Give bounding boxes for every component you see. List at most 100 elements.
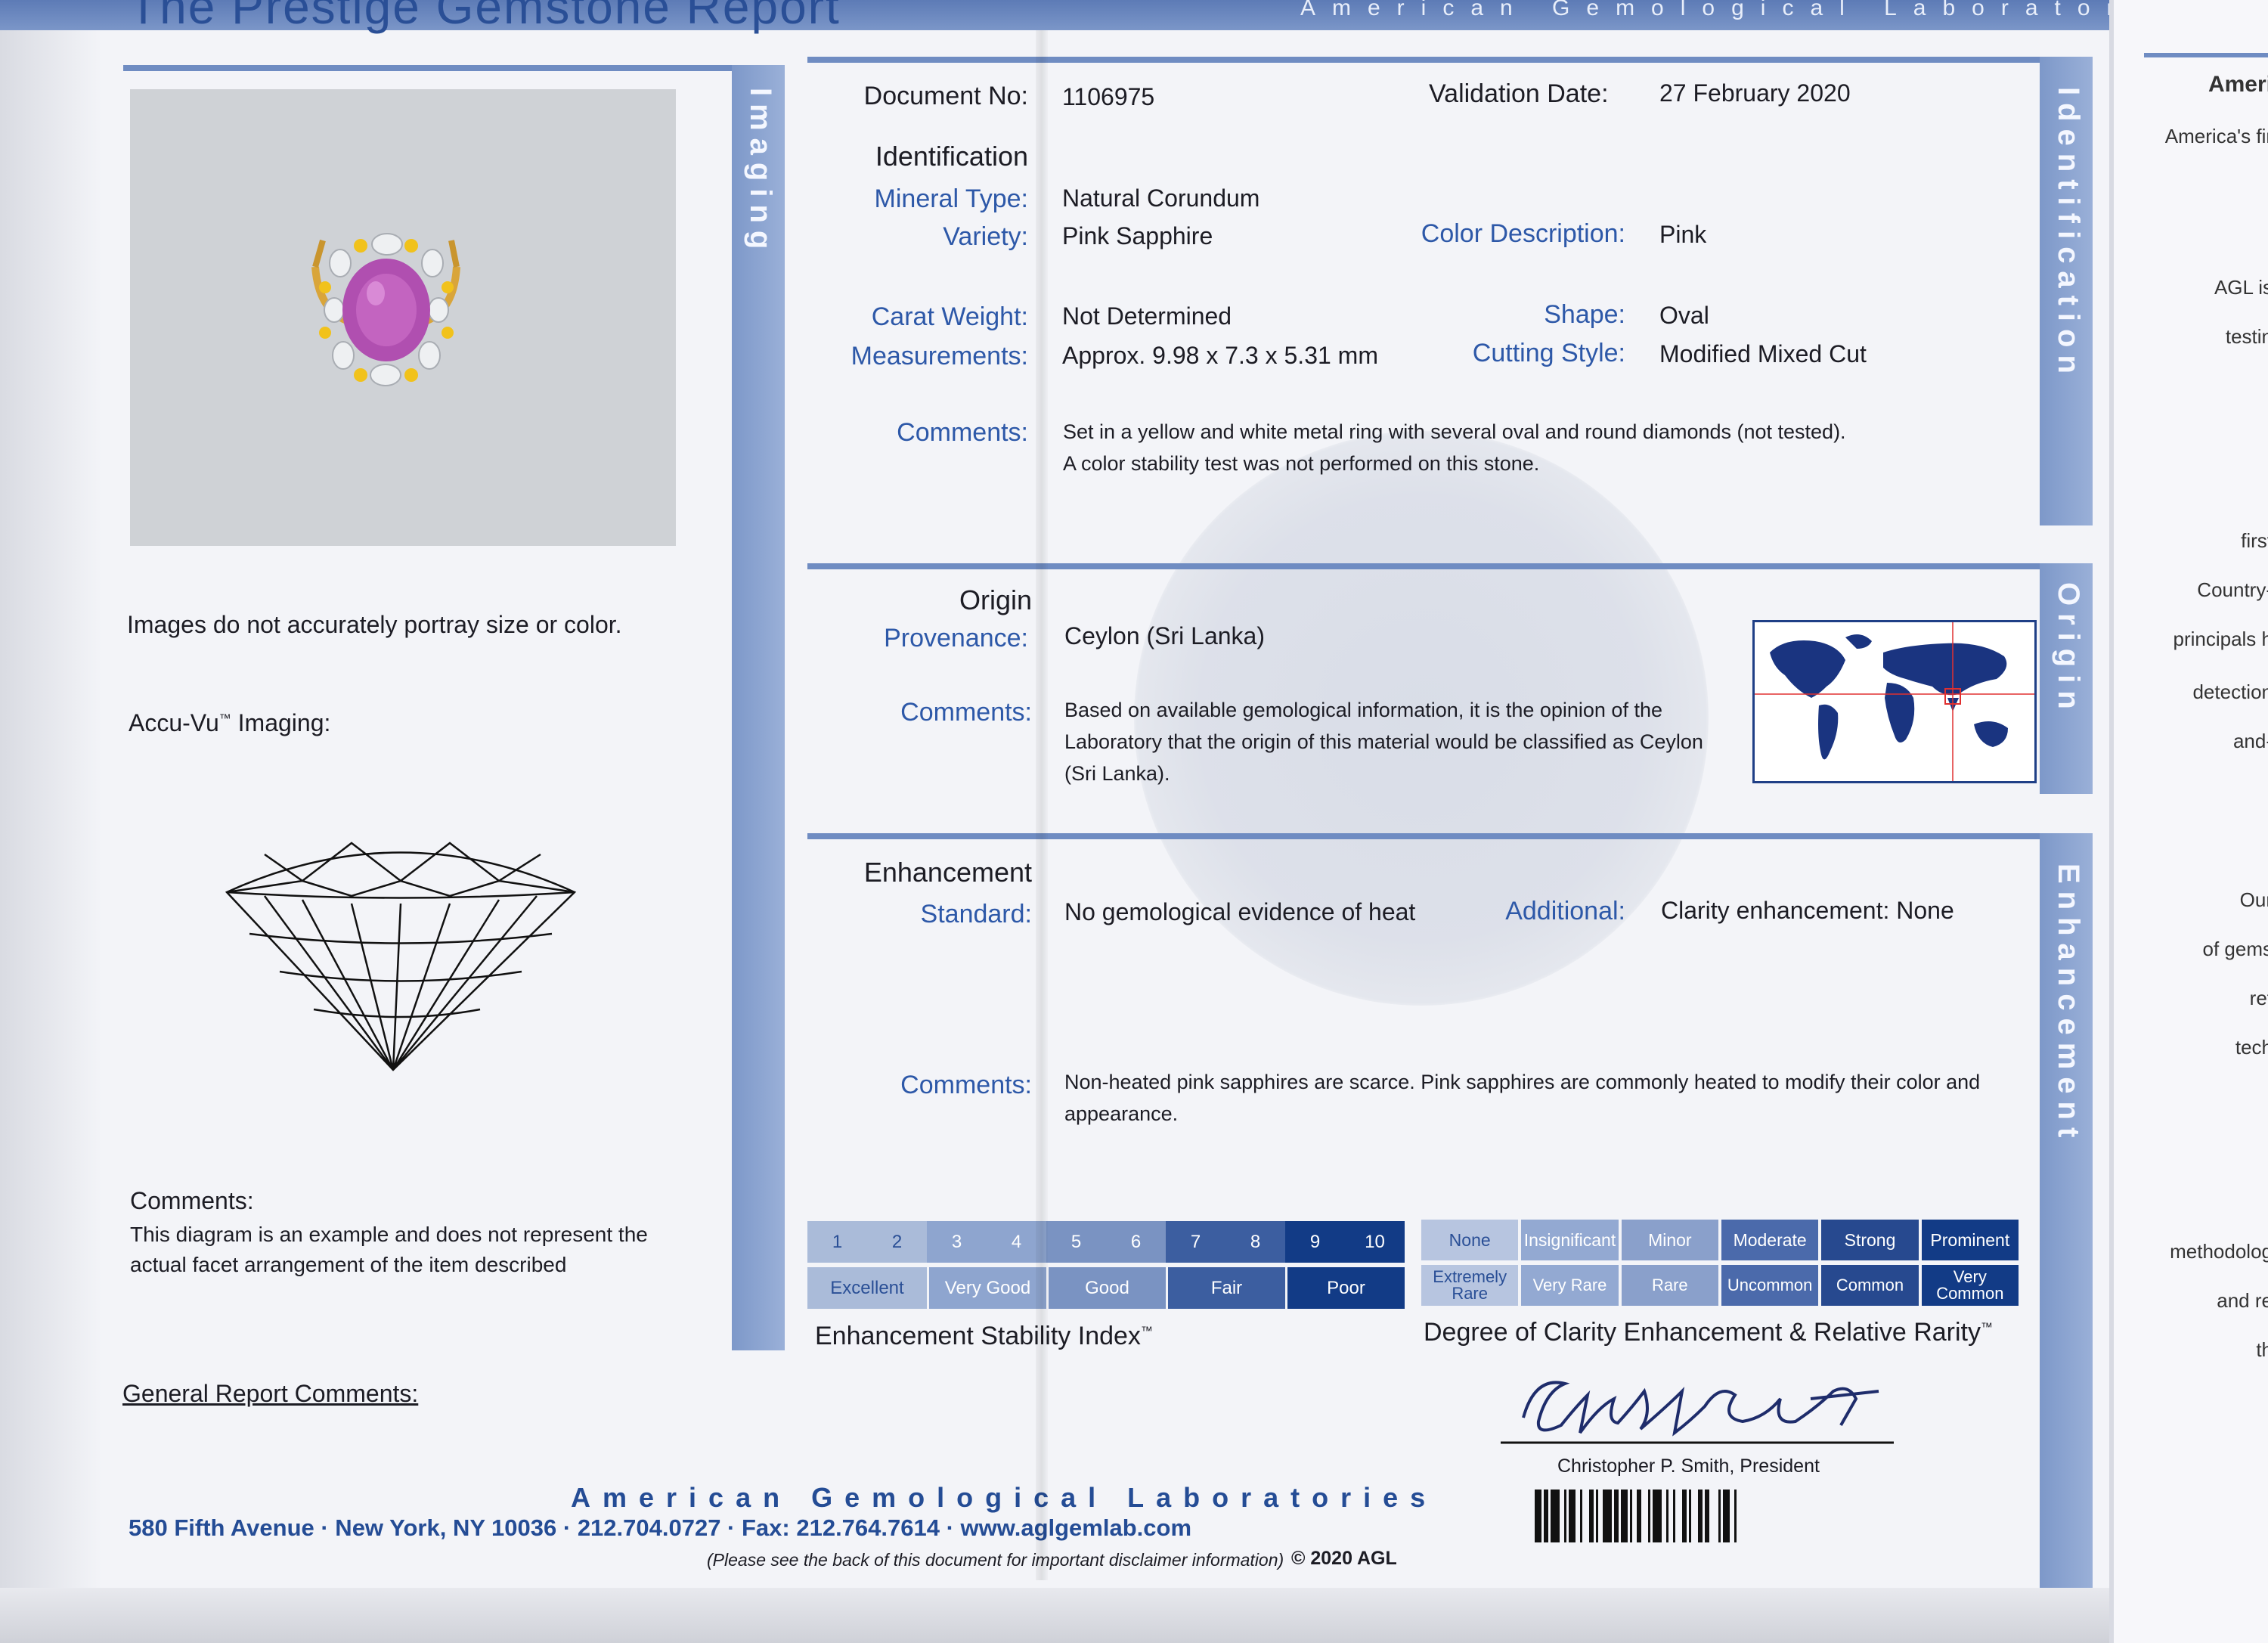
imaging-comments-text: This diagram is an example and does not …: [130, 1223, 648, 1276]
mineral-type-value: Natural Corundum: [1062, 184, 1260, 212]
world-map: [1752, 620, 2037, 783]
stability-number-9: 9: [1285, 1221, 1345, 1263]
adjacent-page-fragment: methodolog: [2170, 1240, 2268, 1263]
imaging-tab-label: Imaging: [744, 88, 777, 257]
identification-comments-line-1: Set in a yellow and white metal ring wit…: [1063, 420, 1846, 443]
imaging-tab: Imaging: [732, 65, 785, 1350]
adjacent-page-fragment: Country-: [2197, 578, 2268, 601]
shape-value: Oval: [1659, 302, 1709, 329]
stability-number-6: 6: [1106, 1221, 1166, 1263]
adjacent-page-fragment: of gems: [2202, 938, 2268, 960]
page-edge-shadow: [0, 0, 102, 1643]
origin-comments-text: Based on available gemological informati…: [1064, 699, 1703, 785]
adjacent-page-fragment: th: [2256, 1338, 2268, 1361]
mineral-type-label: Mineral Type:: [874, 184, 1028, 213]
identification-comments-label: Comments:: [897, 418, 1028, 447]
general-report-comments-label: General Report Comments:: [122, 1380, 419, 1407]
enhancement-heading: Enhancement: [863, 857, 1032, 888]
clarity-rarity-uncommon: Uncommon: [1721, 1265, 1819, 1306]
adjacent-page-rule: [2144, 53, 2268, 57]
validation-date-value: 27 February 2020: [1659, 79, 1851, 107]
stability-number-8: 8: [1225, 1221, 1285, 1263]
stability-number-1: 1: [807, 1221, 867, 1263]
clarity-rarity-very-rare: Very Rare: [1521, 1265, 1619, 1306]
stability-grade-row: Excellent Very Good Good Fair Poor: [807, 1267, 1405, 1309]
adjacent-page-fragment: and re: [2217, 1289, 2268, 1312]
measurements-label: Measurements:: [850, 342, 1028, 370]
identification-tab-label: Identification: [2052, 87, 2085, 381]
clarity-rarity-common: Common: [1821, 1265, 1919, 1306]
report-title: The Prestige Gemstone Report: [129, 0, 841, 34]
imaging-comments: Comments: This diagram is an example and…: [130, 1187, 705, 1280]
stability-grade-good: Good: [1046, 1267, 1166, 1309]
color-description-label: Color Description:: [1421, 219, 1625, 248]
provenance-value: Ceylon (Sri Lanka): [1064, 622, 1265, 649]
signatory-name: Christopher P. Smith, President: [1557, 1455, 1820, 1477]
adjacent-page-fragment: tech: [2235, 1036, 2268, 1059]
page-fold: [1036, 30, 1048, 1580]
carat-weight-label: Carat Weight:: [871, 302, 1028, 331]
accu-vu-label: Accu-Vu™ Imaging:: [129, 709, 330, 737]
standard-value: No gemological evidence of heat: [1064, 898, 1416, 925]
stability-index-scale: 1 2 3 4 5 6 7 8 9 10 Excellent Very Good Good Fair Po…: [807, 1221, 1405, 1310]
footer-lab-name: American Gemological Laboratories: [571, 1482, 1438, 1513]
barcode: [1535, 1490, 1737, 1542]
origin-rule: [807, 563, 2093, 569]
stability-index-title-text: Enhancement Stability Index: [815, 1322, 1141, 1350]
adjacent-page-fragment: Ameri: [2208, 72, 2268, 97]
adjacent-page-fragment: America's fir: [2164, 125, 2268, 147]
adjacent-page-fragment: first: [2241, 529, 2268, 552]
origin-tab: Origin: [2040, 563, 2093, 794]
stability-index-trademark: ™: [1140, 1325, 1153, 1338]
identification-heading: Identification: [875, 141, 1028, 172]
measurements-value: Approx. 9.98 x 7.3 x 5.31 mm: [1062, 342, 1378, 369]
stability-grade-poor: Poor: [1285, 1267, 1405, 1309]
stability-number-2: 2: [867, 1221, 927, 1263]
gemstone-photo: [130, 89, 676, 546]
enhancement-rule: [807, 833, 2093, 839]
variety-label: Variety:: [943, 222, 1028, 251]
accu-vu-trademark: ™: [218, 712, 231, 726]
imaging-comments-label: Comments:: [130, 1187, 254, 1214]
identification-rule: [807, 57, 2093, 63]
stability-index-title: Enhancement Stability Index™: [815, 1322, 1153, 1351]
header-tagline: American Gemological Laboratories: [1300, 0, 2210, 20]
cutting-style-value: Modified Mixed Cut: [1659, 340, 1867, 367]
clarity-rarity-extremely-rare: Extremely Rare: [1421, 1265, 1519, 1306]
adjacent-page-fragment: AGL is: [2214, 276, 2268, 299]
carat-weight-value: Not Determined: [1062, 302, 1232, 330]
stability-number-row: 1 2 3 4 5 6 7 8 9 10: [807, 1221, 1405, 1263]
cutting-style-label: Cutting Style:: [1472, 339, 1625, 367]
stability-grade-very-good: Very Good: [927, 1267, 1046, 1309]
clarity-degree-moderate: Moderate: [1721, 1220, 1819, 1260]
image-disclaimer: Images do not accurately portray size or…: [127, 611, 622, 638]
variety-value: Pink Sapphire: [1062, 222, 1213, 250]
stability-number-3: 3: [927, 1221, 987, 1263]
ring-image: [311, 233, 460, 386]
adjacent-page-fragment: Our: [2239, 888, 2268, 911]
facet-diagram: [225, 842, 577, 1071]
identification-tab: Identification: [2040, 57, 2093, 525]
accu-vu-suffix: Imaging:: [237, 709, 331, 736]
stability-number-10: 10: [1345, 1221, 1405, 1263]
clarity-rarity-very-common: Very Common: [1921, 1265, 2019, 1306]
origin-comments-label: Comments:: [900, 698, 1032, 727]
imaging-rule: [123, 65, 736, 71]
provenance-label: Provenance:: [884, 624, 1028, 653]
color-description-value: Pink: [1659, 221, 1707, 248]
adjacent-page-fragment: detection: [2192, 680, 2268, 703]
clarity-degree-insignificant: Insignificant: [1521, 1220, 1619, 1260]
clarity-scale-title-text: Degree of Clarity Enhancement & Relative…: [1424, 1318, 1981, 1347]
bottom-page-shadow: [0, 1588, 2268, 1643]
validation-date-label: Validation Date:: [1429, 79, 1609, 108]
stability-number-7: 7: [1166, 1221, 1225, 1263]
identification-comments: Set in a yellow and white metal ring wit…: [1063, 416, 2008, 479]
clarity-scale-trademark: ™: [1981, 1321, 1993, 1335]
accu-vu-text: Accu-Vu: [129, 709, 219, 736]
clarity-degree-prominent: Prominent: [1921, 1220, 2019, 1260]
footer-disclaimer: (Please see the back of this document fo…: [707, 1550, 1284, 1570]
clarity-scale-title: Degree of Clarity Enhancement & Relative…: [1424, 1318, 1993, 1347]
enhancement-tab: Enhancement: [2040, 833, 2093, 1589]
document-no-label: Document No:: [863, 82, 1028, 110]
origin-tab-label: Origin: [2052, 582, 2085, 717]
